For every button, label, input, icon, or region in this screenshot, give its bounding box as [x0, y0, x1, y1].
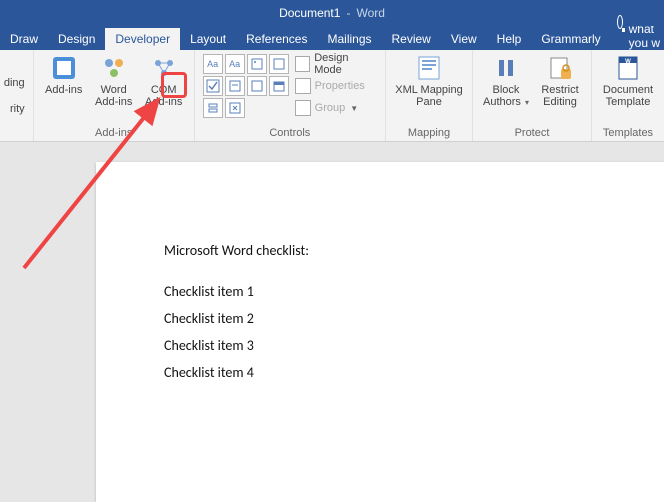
- group-mapping: XML MappingPane Mapping: [386, 50, 473, 141]
- group-templates: W DocumentTemplate Templates: [592, 50, 664, 141]
- design-mode-icon: [295, 56, 311, 72]
- tab-mailings[interactable]: Mailings: [317, 28, 381, 50]
- group-icon: [295, 100, 311, 116]
- ribbon: ding rity Add-ins WordAdd-ins COMAdd-ins…: [0, 50, 664, 142]
- properties-icon: [295, 78, 311, 94]
- group-controls: Aa Aa Design Mode P: [195, 50, 386, 141]
- xml-mapping-button[interactable]: XML MappingPane: [394, 54, 464, 108]
- page[interactable]: Microsoft Word checklist: Checklist item…: [96, 162, 664, 502]
- tab-developer[interactable]: Developer: [105, 28, 180, 50]
- title-separator: -: [346, 6, 350, 20]
- properties-button[interactable]: Properties: [295, 76, 377, 96]
- plain-text-control-button[interactable]: Aa: [225, 54, 245, 74]
- com-addins-button[interactable]: COMAdd-ins: [142, 54, 186, 108]
- tab-help[interactable]: Help: [487, 28, 532, 50]
- combo-box-control-button[interactable]: [225, 76, 245, 96]
- list-item[interactable]: Checklist item 1: [164, 283, 596, 300]
- xml-mapping-icon: [415, 54, 443, 82]
- group-protect: BlockAuthors ▾ RestrictEditing Protect: [473, 50, 592, 141]
- group-code: ding rity: [0, 50, 34, 141]
- rich-text-control-button[interactable]: Aa: [203, 54, 223, 74]
- list-item[interactable]: Checklist item 2: [164, 310, 596, 327]
- tab-layout[interactable]: Layout: [180, 28, 236, 50]
- tab-view[interactable]: View: [441, 28, 487, 50]
- block-authors-button[interactable]: BlockAuthors ▾: [481, 54, 531, 109]
- group-addins-label: Add-ins: [42, 125, 186, 139]
- com-addins-icon: [150, 54, 178, 82]
- group-protect-label: Protect: [481, 125, 583, 139]
- block-authors-icon: [492, 54, 520, 82]
- addins-button[interactable]: Add-ins: [42, 54, 86, 96]
- com-addins-label: COMAdd-ins: [145, 84, 182, 108]
- building-block-control-button[interactable]: [269, 54, 289, 74]
- word-addins-label: WordAdd-ins: [95, 84, 132, 108]
- chevron-down-icon: ▼: [350, 104, 358, 113]
- controls-gallery: Aa Aa: [203, 54, 289, 118]
- restrict-editing-icon: [546, 54, 574, 82]
- repeating-section-control-button[interactable]: [203, 98, 223, 118]
- tab-references[interactable]: References: [236, 28, 317, 50]
- group-controls-label: Controls: [203, 125, 377, 139]
- ribbon-tabs: Draw Design Developer Layout References …: [0, 26, 664, 50]
- tab-review[interactable]: Review: [382, 28, 441, 50]
- document-heading[interactable]: Microsoft Word checklist:: [164, 242, 596, 259]
- design-mode-button[interactable]: Design Mode: [295, 54, 377, 74]
- group-code-label: [2, 137, 25, 139]
- document-template-icon: W: [614, 54, 642, 82]
- block-authors-label: BlockAuthors ▾: [483, 84, 529, 109]
- svg-text:W: W: [625, 59, 631, 65]
- design-mode-label: Design Mode: [314, 52, 377, 76]
- group-mapping-label: Mapping: [394, 125, 464, 139]
- picture-control-button[interactable]: [247, 54, 267, 74]
- legacy-tools-button[interactable]: [225, 98, 245, 118]
- xml-mapping-label: XML MappingPane: [395, 84, 462, 108]
- app-name: Word: [356, 6, 384, 20]
- controls-side: Design Mode Properties Group ▼: [295, 54, 377, 118]
- tab-design[interactable]: Design: [48, 28, 105, 50]
- group-btn-label: Group: [315, 102, 346, 114]
- document-name: Document1: [279, 6, 340, 20]
- code-item-1[interactable]: ding: [4, 77, 25, 89]
- title-bar: Document1 - Word: [0, 0, 664, 26]
- restrict-editing-button[interactable]: RestrictEditing: [537, 54, 583, 108]
- word-addins-icon: [100, 54, 128, 82]
- tab-grammarly[interactable]: Grammarly: [531, 28, 610, 50]
- date-picker-control-button[interactable]: [269, 76, 289, 96]
- code-item-2[interactable]: rity: [10, 103, 25, 115]
- document-template-button[interactable]: W DocumentTemplate: [600, 54, 656, 108]
- checkbox-control-button[interactable]: [203, 76, 223, 96]
- list-item[interactable]: Checklist item 3: [164, 337, 596, 354]
- list-item[interactable]: Checklist item 4: [164, 364, 596, 381]
- lightbulb-icon: [617, 15, 623, 29]
- properties-label: Properties: [315, 80, 365, 92]
- addins-label: Add-ins: [45, 84, 82, 96]
- group-addins: Add-ins WordAdd-ins COMAdd-ins Add-ins: [34, 50, 195, 141]
- document-area[interactable]: Microsoft Word checklist: Checklist item…: [0, 142, 664, 500]
- addins-icon: [50, 54, 78, 82]
- restrict-editing-label: RestrictEditing: [541, 84, 578, 108]
- tab-draw[interactable]: Draw: [0, 28, 48, 50]
- document-template-label: DocumentTemplate: [603, 84, 653, 108]
- group-button[interactable]: Group ▼: [295, 98, 377, 118]
- word-addins-button[interactable]: WordAdd-ins: [92, 54, 136, 108]
- dropdown-control-button[interactable]: [247, 76, 267, 96]
- group-templates-label: Templates: [600, 125, 656, 139]
